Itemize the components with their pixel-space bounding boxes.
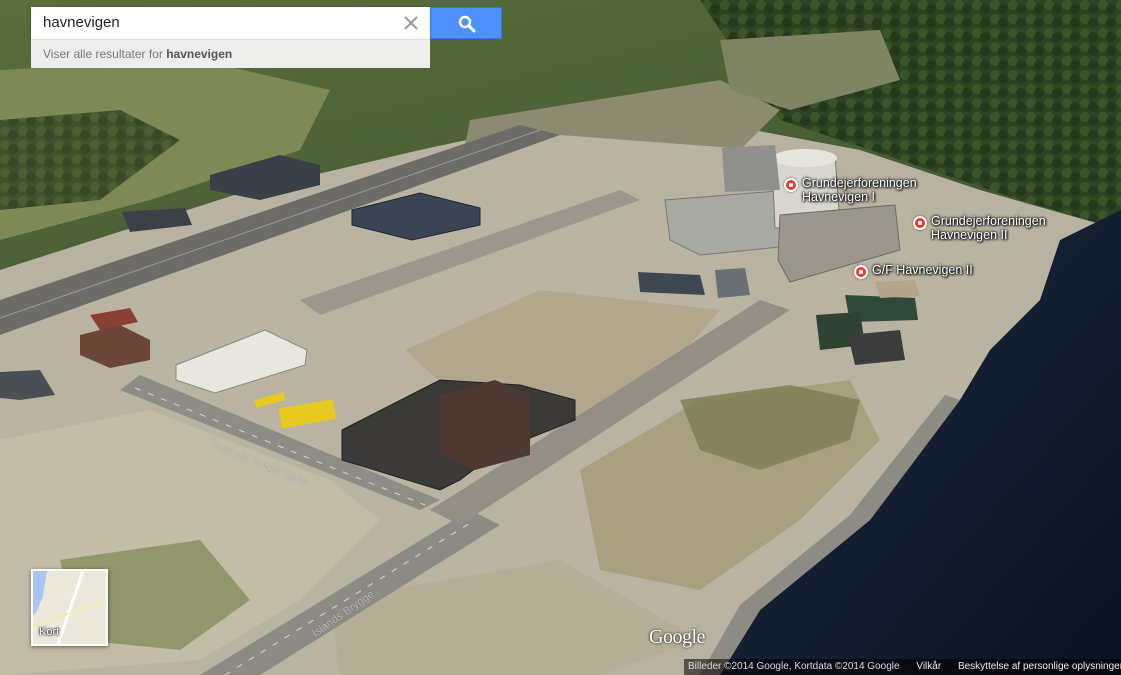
privacy-link[interactable]: Beskyttelse af personlige oplysninger	[958, 661, 1121, 672]
place-label: Grundejerforeningen Havnevigen II	[931, 214, 1046, 242]
search-box	[31, 7, 430, 39]
place-label: G/F Havnevigen II	[872, 263, 973, 277]
building-harbour-dark[interactable]	[848, 330, 905, 365]
place-pin-icon	[784, 178, 798, 192]
results-query[interactable]: havnevigen	[166, 47, 232, 61]
tower-roof	[773, 149, 837, 167]
place-gf-havnevigen-ii[interactable]: G/F Havnevigen II	[854, 263, 973, 279]
imagery-attribution: Billeder ©2014 Google, Kortdata ©2014 Go…	[688, 661, 900, 672]
search-input[interactable]	[31, 7, 391, 39]
place-pin-icon	[913, 216, 927, 230]
google-logo: Google	[649, 626, 705, 648]
building-residential-north[interactable]	[722, 145, 780, 192]
search-button[interactable]	[430, 7, 502, 39]
building-midfield-small[interactable]	[715, 268, 750, 298]
close-icon[interactable]	[401, 13, 421, 33]
search-icon	[458, 15, 476, 33]
building-harbour-beige[interactable]	[875, 280, 920, 298]
place-grundejerforeningen-havnevigen-i[interactable]: Grundejerforeningen Havnevigen I	[784, 176, 917, 204]
terms-link[interactable]: Vilkår	[916, 661, 941, 672]
attribution-bar: Billeder ©2014 Google, Kortdata ©2014 Go…	[684, 659, 1121, 675]
map-type-toggle[interactable]: Kort	[31, 569, 108, 646]
aerial-imagery[interactable]	[0, 0, 1121, 675]
building-factory-tower[interactable]	[440, 380, 530, 470]
place-label: Grundejerforeningen Havnevigen I	[802, 176, 917, 204]
place-grundejerforeningen-havnevigen-ii[interactable]: Grundejerforeningen Havnevigen II	[913, 214, 1046, 242]
results-prefix: Viser alle resultater for	[43, 47, 163, 61]
search-results-summary: Viser alle resultater for havnevigen	[31, 39, 430, 68]
building-midfield[interactable]	[638, 272, 705, 295]
place-pin-icon	[854, 265, 868, 279]
aerial-map[interactable]	[0, 0, 1121, 675]
map-type-label: Kort	[39, 626, 60, 638]
